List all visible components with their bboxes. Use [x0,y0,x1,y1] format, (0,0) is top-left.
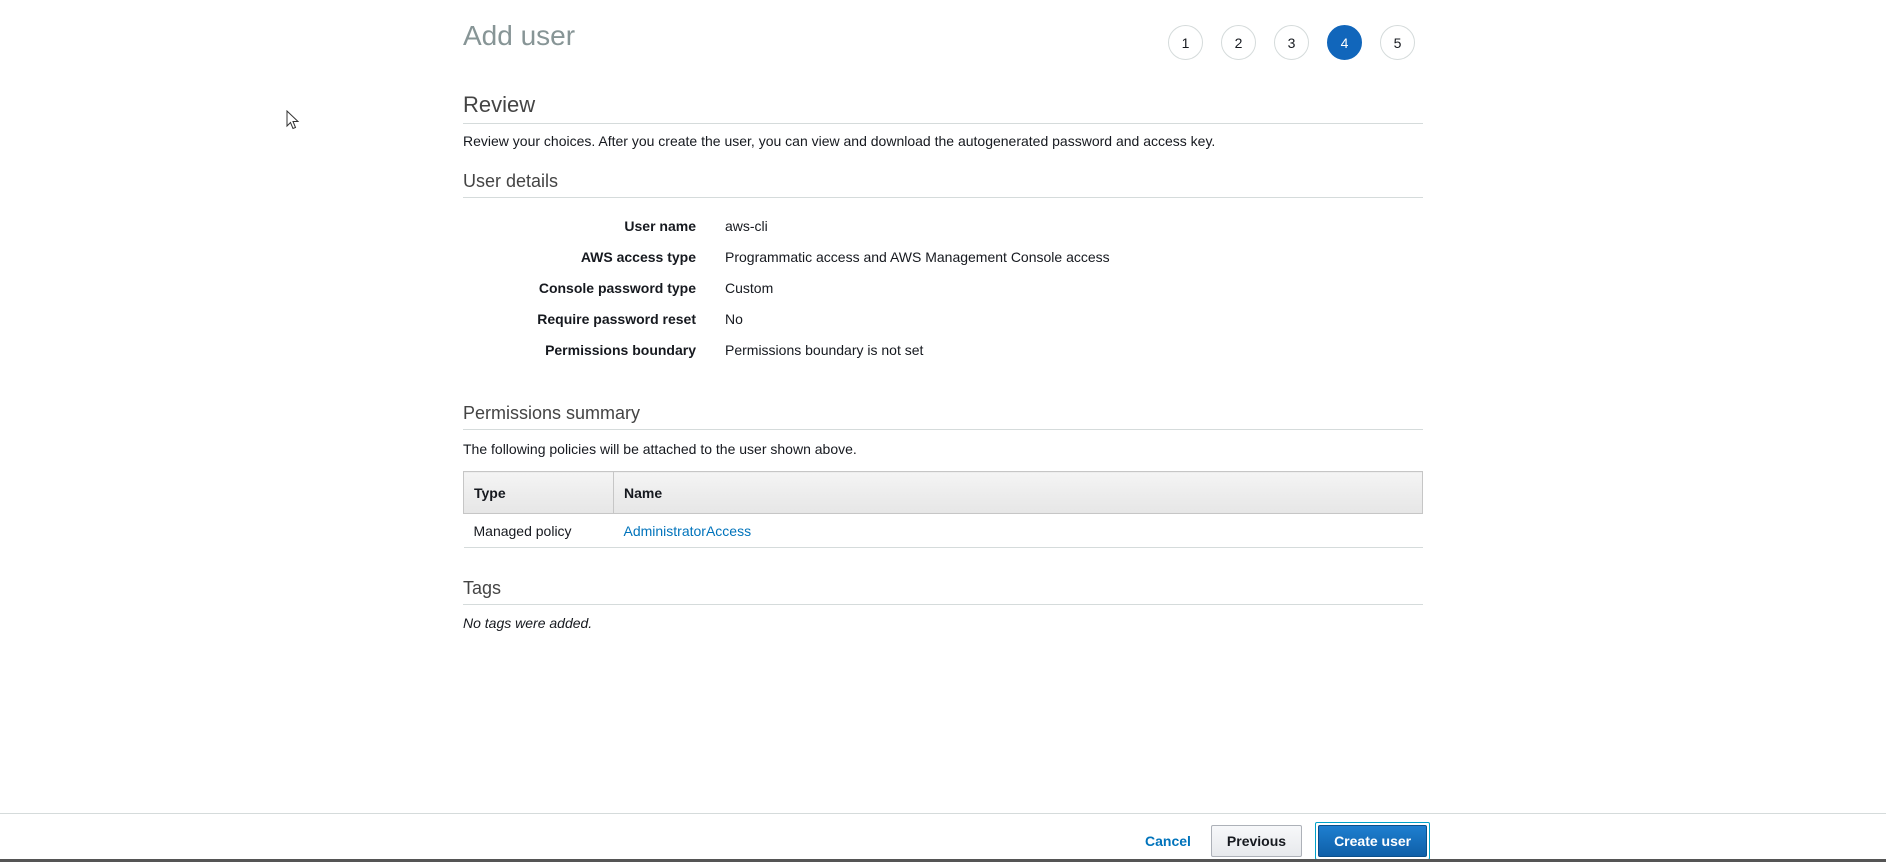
page-title: Add user [463,20,576,51]
detail-value: aws-cli [725,217,768,234]
detail-row-access-type: AWS access type Programmatic access and … [463,241,1423,272]
column-header-name: Name [613,471,1423,514]
cancel-button[interactable]: Cancel [1135,825,1201,857]
step-3[interactable]: 3 [1274,25,1309,60]
column-header-type: Type [463,471,614,514]
title-row: Add user 1 2 3 4 5 [463,0,1423,88]
policies-table: Type Name Managed policy AdministratorAc… [463,471,1423,548]
step-2[interactable]: 2 [1221,25,1256,60]
policy-type-cell: Managed policy [463,513,614,548]
detail-value: No [725,310,743,327]
create-user-button[interactable]: Create user [1318,825,1428,857]
no-tags-text: No tags were added. [463,615,593,631]
review-description: Review your choices. After you create th… [463,133,1216,149]
detail-row-permissions-boundary: Permissions boundary Permissions boundar… [463,334,1423,365]
wizard-footer: Cancel Previous Create user [0,813,1886,862]
table-row: Managed policy AdministratorAccess [463,513,1423,548]
user-details-list: User name aws-cli AWS access type Progra… [463,210,1423,365]
detail-label: AWS access type [580,248,696,265]
table-header-row: Type Name [463,471,1423,514]
footer-actions: Cancel Previous Create user [1135,822,1431,860]
detail-value: Permissions boundary is not set [725,341,924,358]
mouse-cursor-icon [286,109,300,135]
detail-row-password-reset: Require password reset No [463,303,1423,334]
page: Add user 1 2 3 4 5 Review Review your ch… [0,0,1886,862]
detail-value: Programmatic access and AWS Management C… [725,248,1110,265]
policy-link[interactable]: AdministratorAccess [624,523,752,539]
wizard-steps: 1 2 3 4 5 [1168,25,1415,60]
policy-name-cell: AdministratorAccess [613,513,1423,548]
permissions-summary-heading: Permissions summary [463,403,1423,430]
previous-button[interactable]: Previous [1210,825,1303,857]
step-1[interactable]: 1 [1168,25,1203,60]
step-5[interactable]: 5 [1380,25,1415,60]
detail-label: Permissions boundary [545,341,696,358]
create-user-focus-ring: Create user [1315,822,1431,860]
user-details-heading: User details [463,171,1423,198]
step-4[interactable]: 4 [1327,25,1362,60]
detail-row-password-type: Console password type Custom [463,272,1423,303]
permissions-description: The following policies will be attached … [463,441,857,457]
detail-label: Require password reset [537,310,696,327]
detail-label: User name [624,217,696,234]
detail-value: Custom [725,279,774,296]
tags-heading: Tags [463,578,1423,605]
detail-row-user-name: User name aws-cli [463,210,1423,241]
detail-label: Console password type [538,279,696,296]
review-heading: Review [463,92,1423,124]
main-content: Add user 1 2 3 4 5 Review Review your ch… [463,0,1423,631]
